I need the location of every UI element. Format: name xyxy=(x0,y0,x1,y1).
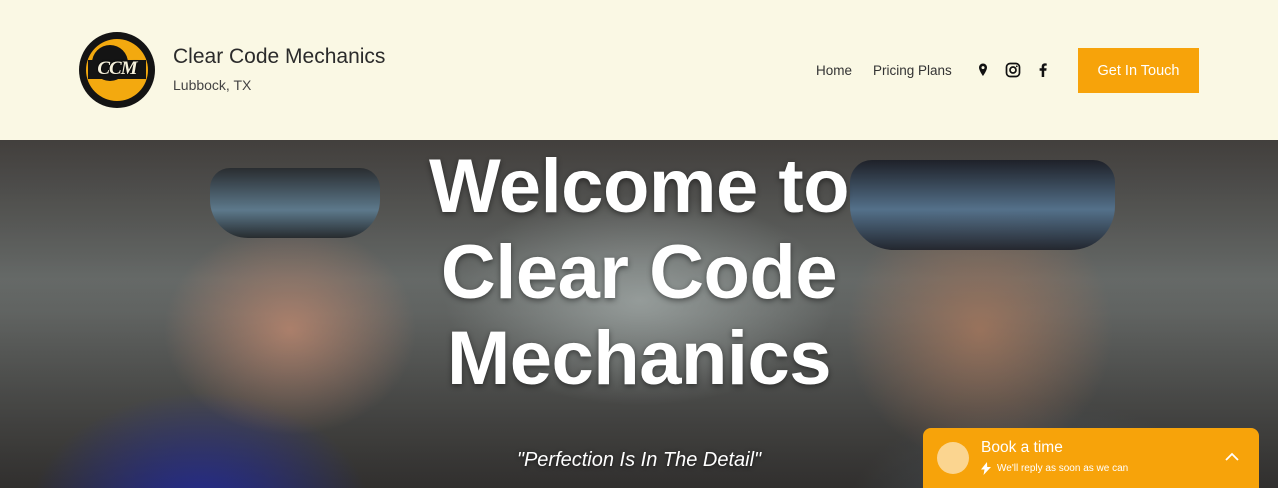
site-location: Lubbock, TX xyxy=(173,77,252,93)
site-header: CCM Clear Code Mechanics Lubbock, TX Hom… xyxy=(0,0,1278,140)
site-logo[interactable]: CCM xyxy=(79,32,155,108)
book-a-time-widget[interactable]: Book a time We'll reply as soon as we ca… xyxy=(923,428,1259,488)
hero-heading: Welcome to Clear Code Mechanics xyxy=(428,144,850,401)
chat-subtitle: We'll reply as soon as we can xyxy=(997,463,1129,474)
hero-tagline: "Perfection Is In The Detail" xyxy=(516,449,762,471)
map-pin-icon[interactable] xyxy=(975,62,991,78)
chevron-up-icon[interactable] xyxy=(1225,452,1239,461)
nav-pricing-plans[interactable]: Pricing Plans xyxy=(873,63,952,78)
instagram-icon[interactable] xyxy=(1005,62,1021,78)
site-title[interactable]: Clear Code Mechanics xyxy=(173,45,385,69)
get-in-touch-button[interactable]: Get In Touch xyxy=(1078,48,1199,93)
smiley-icon xyxy=(937,442,969,474)
lightning-icon xyxy=(981,462,991,475)
facebook-icon[interactable] xyxy=(1035,62,1051,78)
chat-title: Book a time xyxy=(981,439,1063,456)
nav-home[interactable]: Home xyxy=(816,63,852,78)
logo-text: CCM xyxy=(97,58,137,79)
